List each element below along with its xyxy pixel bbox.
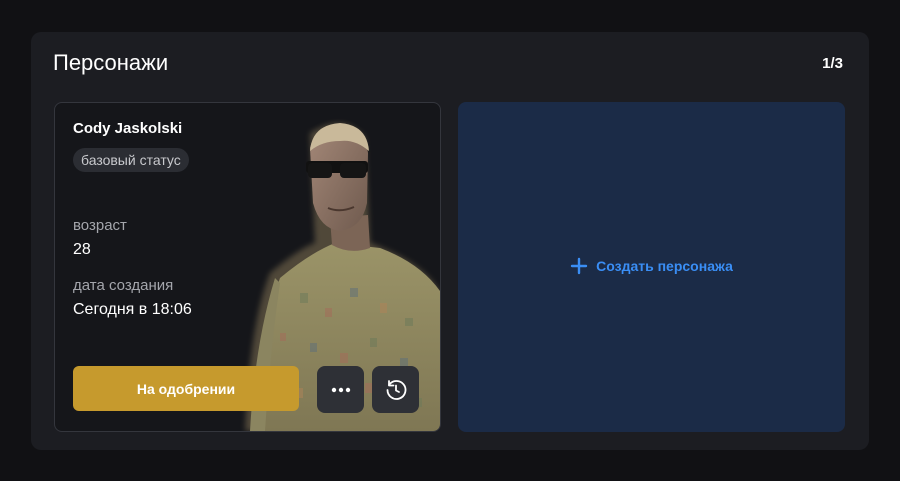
status-badge: базовый статус — [73, 148, 189, 172]
history-button[interactable] — [372, 366, 419, 413]
characters-panel: Персонажи 1/3 Cody Jaskolski базовый ста… — [31, 32, 869, 450]
created-label: дата создания — [73, 277, 174, 294]
age-label: возраст — [73, 217, 127, 234]
approval-status-button[interactable]: На одобрении — [73, 366, 299, 411]
plus-icon — [570, 257, 588, 275]
more-dots-icon — [331, 387, 350, 392]
create-character-button[interactable]: Создать персонажа — [458, 257, 845, 275]
create-character-label: Создать персонажа — [596, 258, 733, 274]
history-clock-icon — [386, 379, 406, 400]
age-value: 28 — [73, 241, 91, 258]
character-card[interactable]: Cody Jaskolski базовый статус возраст 28… — [54, 102, 441, 432]
panel-title: Персонажи — [53, 50, 169, 75]
character-count: 1/3 — [822, 55, 843, 72]
created-value: Сегодня в 18:06 — [73, 301, 192, 318]
character-name: Cody Jaskolski — [73, 120, 183, 137]
create-character-card[interactable]: Создать персонажа — [458, 102, 845, 432]
more-button[interactable] — [317, 366, 364, 413]
